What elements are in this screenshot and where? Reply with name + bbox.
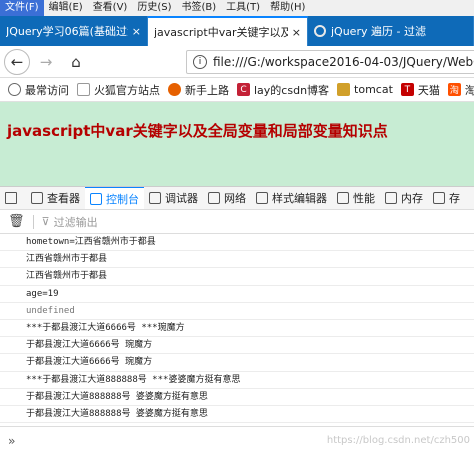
console-icon [90, 193, 102, 205]
console-message: ***于都县渡江大道6666号 ***琬魔方 [0, 320, 474, 338]
back-button[interactable]: ← [4, 48, 30, 75]
devtools-tab-storage[interactable]: 存 [428, 187, 465, 209]
bookmark-label: 火狐官方站点 [94, 83, 160, 97]
console-input[interactable]: » https://blog.csdn.net/czh500 [0, 426, 474, 454]
console-message: 于都县渡江大道6666号 琬魔方 [0, 354, 474, 372]
globe-icon [314, 25, 326, 37]
filter-input[interactable]: ⊽ 过滤输出 [42, 214, 98, 230]
url-text: file:///G:/workspace2016-04-03/JQuery/We… [213, 55, 474, 69]
bookmark-tomcat[interactable]: tomcat [337, 83, 393, 96]
address-bar[interactable]: i file:///G:/workspace2016-04-03/JQuery/… [186, 50, 474, 74]
bookmark-csdn-blog[interactable]: C lay的csdn博客 [237, 82, 329, 98]
gear-icon [8, 83, 21, 96]
console-message: ***于都县渡江大道888888号 ***婆婆魔方挺有意思 [0, 372, 474, 389]
console-message: 江西省赣州市于都县 [0, 268, 474, 286]
devtools-tab-debugger[interactable]: 调试器 [144, 187, 203, 209]
devtools-tab-style-editor[interactable]: 样式编辑器 [251, 187, 332, 209]
devtools-tab-network[interactable]: 网络 [203, 187, 251, 209]
devtools-tab-label: 存 [449, 192, 460, 205]
memory-icon [385, 192, 397, 204]
trash-icon[interactable]: 🗑 [8, 214, 25, 229]
menu-edit[interactable]: 编辑(E) [44, 0, 88, 16]
tomcat-icon [337, 83, 351, 96]
tab-title: JQuery学习06篇(基础过滤器) [6, 25, 128, 38]
devtools-tab-label: 查看器 [47, 192, 80, 205]
console-output: hometown=江西省赣州市于都县 江西省赣州市于都县 江西省赣州市于都县 age=… [0, 234, 474, 426]
page-title: javascript中var关键字以及全局变量和局部变量知识点 [7, 122, 388, 140]
devtools-tab-bar: 查看器 控制台 调试器 网络 样式编辑器 性能 内存 存 [0, 186, 474, 210]
debugger-icon [149, 192, 161, 204]
tab-bar: JQuery学习06篇(基础过滤器) × javascript中var关键字以及… [0, 16, 474, 46]
console-filter-bar: 🗑 ⊽ 过滤输出 [0, 210, 474, 234]
forward-button[interactable]: → [34, 50, 58, 74]
bookmark-most-visited[interactable]: 最常访问 [8, 82, 69, 98]
console-message: age=19 [0, 286, 474, 303]
bookmark-label: lay的csdn博客 [254, 83, 330, 97]
filter-placeholder: 过滤输出 [53, 215, 98, 229]
devtools-tab-performance[interactable]: 性能 [332, 187, 380, 209]
devtools-tab-label: 控制台 [106, 193, 139, 206]
bookmark-label: 天猫 [417, 83, 440, 97]
devtools-tab-console[interactable]: 控制台 [85, 187, 144, 209]
firefox-icon [168, 83, 181, 96]
console-message: 于都县渡江大道888888号 婆婆魔方挺有意思 [0, 389, 474, 406]
bookmark-label: tomcat [354, 83, 393, 96]
navigation-bar: ← → ⌂ i file:///G:/workspace2016-04-03/J… [0, 46, 474, 78]
tab-jquery-traverse-filter[interactable]: jQuery 遍历 - 过滤 [308, 16, 474, 46]
menu-bar: 文件(F) 编辑(E) 查看(V) 历史(S) 书签(B) 工具(T) 帮助(H… [0, 0, 474, 16]
devtools-tab-label: 样式编辑器 [272, 192, 327, 205]
tab-title: jQuery 遍历 - 过滤 [331, 25, 426, 38]
devtools-tab-label: 调试器 [165, 192, 198, 205]
element-picker-button[interactable] [0, 187, 26, 209]
console-message: undefined [0, 303, 474, 320]
console-message: 于都县渡江大道6666号 琬魔方 [0, 337, 474, 355]
menu-bookmarks[interactable]: 书签(B) [177, 0, 222, 16]
bookmark-label: 淘宝网 [465, 82, 474, 98]
style-editor-icon [256, 192, 268, 204]
menu-tools[interactable]: 工具(T) [221, 0, 265, 16]
devtools-tab-label: 性能 [353, 192, 375, 205]
network-icon [208, 192, 220, 204]
console-message: 于都县渡江大道888888号 婆婆魔方挺有意思 [0, 406, 474, 424]
picker-icon [5, 192, 17, 204]
devtools-tab-label: 内存 [401, 192, 423, 205]
console-message: 江西省赣州市于都县 [0, 251, 474, 269]
inspector-icon [31, 192, 43, 204]
storage-icon [433, 192, 445, 204]
bookmark-label: 新手上路 [185, 83, 229, 97]
filter-icon: ⊽ [41, 215, 50, 228]
devtools-tab-inspector[interactable]: 查看器 [26, 187, 85, 209]
devtools-tab-label: 网络 [224, 192, 246, 205]
menu-view[interactable]: 查看(V) [88, 0, 133, 16]
prompt-icon: » [8, 433, 16, 448]
page-content: javascript中var关键字以及全局变量和局部变量知识点 [0, 102, 474, 186]
close-icon[interactable]: × [132, 25, 141, 38]
bookmark-getting-started[interactable]: 新手上路 [168, 82, 229, 98]
menu-history[interactable]: 历史(S) [132, 0, 176, 16]
bookmarks-toolbar: 最常访问 火狐官方站点 新手上路 C lay的csdn博客 tomcat T 天… [0, 78, 474, 102]
divider [32, 214, 34, 229]
info-icon[interactable]: i [193, 55, 207, 69]
performance-icon [337, 192, 349, 204]
bookmark-tmall[interactable]: T 天猫 [400, 82, 440, 98]
csdn-icon: C [237, 83, 250, 96]
close-icon[interactable]: × [292, 26, 301, 39]
tmall-icon: T [400, 83, 414, 96]
bookmark-taobao[interactable]: 淘 淘宝网 [447, 82, 474, 98]
bookmark-label: 最常访问 [25, 83, 69, 97]
taobao-icon: 淘 [447, 83, 461, 96]
watermark: https://blog.csdn.net/czh500 [326, 435, 470, 446]
home-button[interactable]: ⌂ [64, 50, 88, 74]
tab-jquery-filter-study[interactable]: JQuery学习06篇(基础过滤器) × [0, 16, 148, 46]
menu-help[interactable]: 帮助(H) [265, 0, 310, 16]
devtools-tab-memory[interactable]: 内存 [380, 187, 428, 209]
tab-javascript-var[interactable]: javascript中var关键字以及全局变量 × [148, 16, 308, 46]
tab-title: javascript中var关键字以及全局变量 [154, 26, 288, 39]
console-message: hometown=江西省赣州市于都县 [0, 234, 474, 252]
page-icon [77, 83, 90, 96]
menu-file[interactable]: 文件(F) [0, 0, 44, 16]
bookmark-firefox-site[interactable]: 火狐官方站点 [77, 82, 160, 98]
